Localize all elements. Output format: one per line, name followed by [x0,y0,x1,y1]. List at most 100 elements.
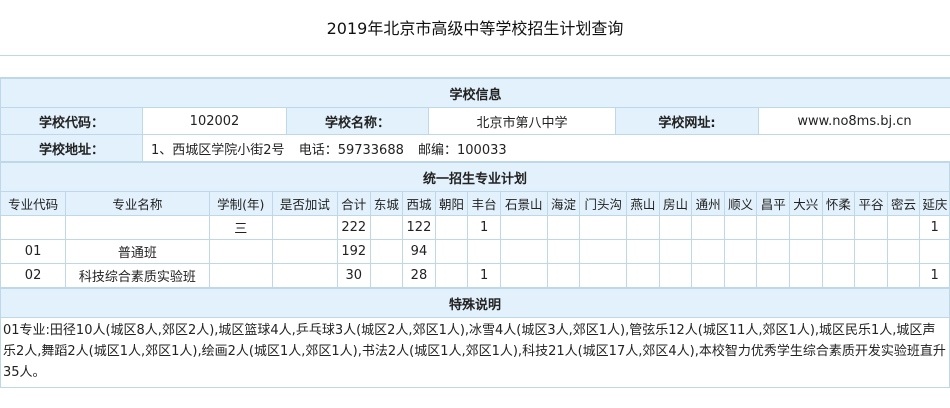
table-cell [499,239,548,264]
table-cell [658,239,693,264]
table-cell [756,215,791,240]
table-cell [723,263,758,288]
table-cell [208,239,273,264]
table-cell [369,215,404,240]
table-cell [626,263,660,288]
table-cell [789,239,823,264]
table-cell [0,215,67,240]
address-text: 1、西城区学院小街2号 [151,142,285,158]
col-header: 专业名称 [65,191,210,216]
col-header: 平谷 [854,191,888,216]
table-cell [854,215,888,240]
table-cell: 02 [0,263,67,288]
col-header: 海淀 [546,191,581,216]
school-name-value: 北京市第八中学 [428,107,616,135]
table-cell [854,239,888,264]
table-cell [434,215,469,240]
table-cell: 普通班 [65,239,210,264]
school-info-table: 学校信息 学校代码： 102002 学校名称： 北京市第八中学 学校网址: ww… [0,78,950,162]
table-cell: 三 [208,215,273,240]
table-cell [658,215,693,240]
table-cell [546,263,581,288]
page-title: 2019年北京市高级中等学校招生计划查询 [0,0,950,56]
plan-section-title: 统一招生专业计划 [0,162,950,192]
col-header: 是否加试 [271,191,339,216]
table-cell: 1 [919,215,950,240]
table-cell [821,263,856,288]
table-cell [499,263,548,288]
table-cell [467,239,501,264]
col-header: 朝阳 [434,191,469,216]
table-cell [789,215,823,240]
table-cell [579,263,628,288]
plan-column-headers: 专业代码 专业名称 学制(年) 是否加试 合计 东城 西城 朝阳 丰台 石景山 … [0,191,950,216]
school-address-value: 1、西城区学院小街2号 电话：59733688 邮编：100033 [141,134,950,162]
table-cell: 01 [0,239,67,264]
table-cell [626,215,660,240]
table-cell: 192 [337,239,371,264]
table-cell [208,263,273,288]
col-header: 怀柔 [821,191,856,216]
table-cell [271,239,339,264]
table-cell: 科技综合素质实验班 [65,263,210,288]
col-header: 学制(年) [208,191,273,216]
special-notes-text: 01专业:田径10人(城区8人,郊区2人),城区篮球4人,乒乓球3人(城区2人,… [0,317,950,388]
table-cell [886,215,921,240]
table-cell: 94 [402,239,436,264]
table-cell [546,215,581,240]
table-cell: 28 [402,263,436,288]
col-header: 石景山 [499,191,548,216]
col-header: 昌平 [756,191,791,216]
table-cell [886,263,921,288]
table-cell [723,215,758,240]
table-cell [756,263,791,288]
table-cell [723,239,758,264]
col-header: 燕山 [626,191,660,216]
table-cell [886,239,921,264]
enrollment-plan-table: 统一招生专业计划 专业代码 专业名称 学制(年) 是否加试 合计 东城 西城 朝… [0,162,950,288]
col-header: 顺义 [723,191,758,216]
table-cell [691,239,725,264]
table-row: 01 普通班 192 94 [0,239,950,264]
table-cell [499,215,548,240]
table-cell [271,263,339,288]
col-header: 西城 [402,191,436,216]
school-site-link[interactable]: www.no8ms.bj.cn [757,107,950,135]
table-cell [434,263,469,288]
table-cell [789,263,823,288]
table-cell [434,239,469,264]
table-cell: 222 [337,215,371,240]
table-cell: 1 [919,263,950,288]
table-cell [658,263,693,288]
school-info-title: 学校信息 [0,78,950,108]
postcode-text: 邮编：100033 [418,142,507,158]
school-code-label: 学校代码： [0,107,143,135]
col-header: 东城 [369,191,404,216]
table-cell [821,239,856,264]
table-cell [579,215,628,240]
table-cell [626,239,660,264]
col-header: 通州 [691,191,725,216]
table-cell: 1 [467,263,501,288]
table-cell: 122 [402,215,436,240]
col-header: 合计 [337,191,371,216]
table-row: 三 222 122 1 1 [0,215,950,240]
col-header: 房山 [658,191,693,216]
table-cell: 30 [337,263,371,288]
table-cell [821,215,856,240]
special-notes-title: 特殊说明 [0,288,950,318]
school-name-label: 学校名称： [286,107,429,135]
school-address-label: 学校地址： [0,134,143,162]
table-cell [369,263,404,288]
col-header: 密云 [886,191,921,216]
table-cell [691,263,725,288]
table-cell [691,215,725,240]
col-header: 专业代码 [0,191,67,216]
table-cell [271,215,339,240]
col-header: 延庆 [919,191,950,216]
table-cell [546,239,581,264]
phone-text: 电话：59733688 [298,142,404,158]
table-row: 02 科技综合素质实验班 30 28 1 1 [0,263,950,288]
table-cell [369,239,404,264]
col-header: 门头沟 [579,191,628,216]
